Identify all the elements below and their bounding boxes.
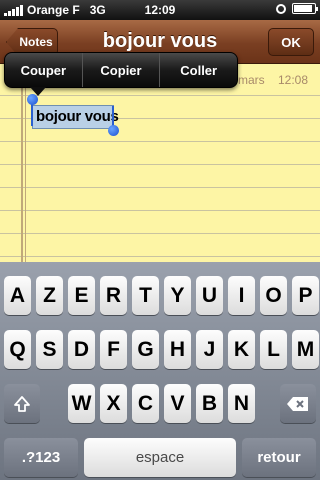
key-w[interactable]: W [68, 384, 95, 423]
key-q[interactable]: Q [4, 330, 31, 369]
battery-icon [292, 3, 318, 14]
key-p[interactable]: P [292, 276, 319, 315]
key-z[interactable]: Z [36, 276, 63, 315]
key-e[interactable]: E [68, 276, 95, 315]
key-t[interactable]: T [132, 276, 159, 315]
copy-button[interactable]: Copier [83, 53, 161, 87]
ok-button[interactable]: OK [268, 28, 314, 56]
key-r[interactable]: R [100, 276, 127, 315]
note-page[interactable]: mars 12:08 bojour vous [0, 64, 320, 262]
key-b[interactable]: B [196, 384, 223, 423]
key-d[interactable]: D [68, 330, 95, 369]
note-time: 12:08 [278, 73, 309, 87]
backspace-icon [287, 396, 308, 411]
status-bar: Orange F 3G 12:09 [0, 0, 320, 20]
margin-line [25, 64, 26, 262]
key-i[interactable]: I [228, 276, 255, 315]
alarm-icon [276, 3, 286, 14]
return-key[interactable]: retour [242, 438, 316, 477]
selected-text[interactable]: bojour vous [36, 108, 119, 125]
key-y[interactable]: Y [164, 276, 191, 315]
key-x[interactable]: X [100, 384, 127, 423]
edit-menu-pointer [30, 87, 46, 96]
key-f[interactable]: F [100, 330, 127, 369]
shift-icon [14, 395, 30, 412]
key-u[interactable]: U [196, 276, 223, 315]
key-c[interactable]: C [132, 384, 159, 423]
shift-key[interactable] [4, 384, 40, 423]
key-h[interactable]: H [164, 330, 191, 369]
numbers-key[interactable]: .?123 [4, 438, 78, 477]
key-l[interactable]: L [260, 330, 287, 369]
note-date: mars [238, 73, 265, 87]
backspace-key[interactable] [280, 384, 316, 423]
key-g[interactable]: G [132, 330, 159, 369]
paste-button[interactable]: Coller [160, 53, 237, 87]
keyboard: A Z E R T Y U I O P Q S D F G H J K L M … [0, 262, 320, 480]
space-key[interactable]: espace [84, 438, 236, 477]
key-n[interactable]: N [228, 384, 255, 423]
margin-line [21, 64, 23, 262]
status-time: 12:09 [144, 3, 176, 17]
key-m[interactable]: M [292, 330, 319, 369]
key-j[interactable]: J [196, 330, 223, 369]
key-o[interactable]: O [260, 276, 287, 315]
key-v[interactable]: V [164, 384, 191, 423]
selection-end-handle[interactable] [108, 125, 119, 136]
note-title: bojour vous [102, 30, 218, 52]
key-s[interactable]: S [36, 330, 63, 369]
key-a[interactable]: A [4, 276, 31, 315]
cut-button[interactable]: Couper [5, 53, 83, 87]
edit-menu: Couper Copier Coller [4, 52, 238, 88]
key-k[interactable]: K [228, 330, 255, 369]
